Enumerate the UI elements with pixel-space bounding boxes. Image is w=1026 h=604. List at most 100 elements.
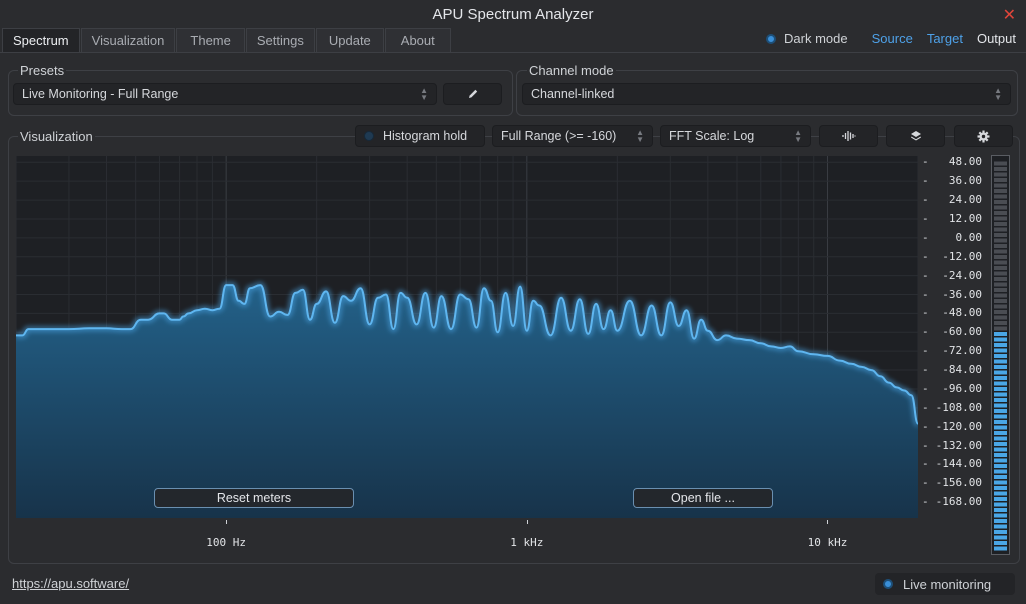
output-link[interactable]: Output (977, 31, 1016, 46)
meter-segment (994, 282, 1007, 287)
y-tick-label: - -144.00 (918, 457, 986, 471)
waveform-button[interactable] (819, 125, 878, 147)
gear-icon (977, 130, 990, 143)
meter-segment (994, 194, 1007, 199)
target-link[interactable]: Target (927, 31, 963, 46)
meter-segment (994, 513, 1007, 518)
y-tick-value: 24.00 (948, 193, 982, 207)
edit-preset-button[interactable] (443, 83, 502, 105)
tab-about[interactable]: About (384, 28, 451, 52)
dark-mode-label: Dark mode (784, 31, 848, 46)
meter-segment (994, 464, 1007, 468)
layers-icon (910, 130, 922, 142)
y-tick-value: -24.00 (942, 268, 982, 282)
meter-segment (994, 271, 1007, 276)
meter-segment (994, 425, 1007, 430)
meter-segment (994, 238, 1007, 243)
dark-mode-radio-icon (766, 33, 777, 44)
x-axis: 100 Hz 1 kHz 10 kHz (16, 518, 918, 556)
meter-segment (994, 304, 1007, 309)
y-tick-value: -156.00 (935, 476, 982, 490)
meter-segment (994, 277, 1007, 281)
meter-segment (994, 541, 1007, 545)
y-tick-label: - 48.00 (918, 155, 986, 169)
y-tick-value: 12.00 (948, 211, 982, 225)
settings-button[interactable] (954, 125, 1013, 147)
open-file-button[interactable]: Open file ... (633, 488, 773, 508)
y-tick-value: -48.00 (942, 306, 982, 320)
tab-visualization[interactable]: Visualization (80, 28, 176, 52)
level-meter (991, 155, 1010, 555)
x-tick-label: 100 Hz (206, 536, 247, 549)
meter-segment (994, 222, 1007, 226)
meter-segment (994, 227, 1007, 232)
spectrum-chart (16, 156, 918, 518)
x-tick-mark (526, 520, 528, 524)
y-tick-label: - -48.00 (918, 306, 986, 320)
range-dropdown[interactable]: Full Range (>= -160) ▲ ▼ (492, 125, 653, 147)
source-link[interactable]: Source (872, 31, 913, 46)
meter-segment (994, 436, 1007, 441)
y-tick-value: -108.00 (935, 400, 982, 414)
y-tick-value: -12.00 (942, 249, 982, 263)
y-tick-value: -84.00 (942, 363, 982, 377)
x-tick-mark (226, 520, 228, 524)
meter-segment (994, 183, 1007, 188)
meter-segment (994, 211, 1007, 215)
meter-segment (994, 293, 1007, 298)
meter-segment (994, 255, 1007, 259)
meter-segment (994, 172, 1007, 177)
dark-mode-toggle[interactable]: Dark mode (766, 31, 848, 46)
presets-label: Presets (18, 63, 67, 78)
meter-segment (994, 348, 1007, 353)
reset-meters-button[interactable]: Reset meters (154, 488, 354, 508)
y-tick-mark: - (922, 155, 929, 169)
meter-segment (994, 502, 1007, 507)
level-meter-bars (994, 161, 1007, 551)
meter-segment (994, 288, 1007, 292)
tab-bar: Spectrum Visualization Theme Settings Up… (2, 28, 452, 52)
meter-segment (994, 530, 1007, 534)
y-tick-label: - -168.00 (918, 495, 986, 509)
y-tick-label: - -120.00 (918, 420, 986, 434)
top-right-controls: Dark mode Source Target Output (766, 31, 1016, 46)
y-tick-label: - 12.00 (918, 212, 986, 226)
close-icon[interactable]: ✕ (1003, 5, 1016, 25)
tab-update[interactable]: Update (315, 28, 384, 52)
tab-settings[interactable]: Settings (245, 28, 315, 52)
presets-dropdown[interactable]: Live Monitoring - Full Range ▲ ▼ (13, 83, 437, 105)
meter-segment (994, 266, 1007, 270)
open-file-label: Open file ... (671, 491, 735, 505)
channel-mode-dropdown[interactable]: Channel-linked ▲ ▼ (522, 83, 1011, 105)
presets-selected: Live Monitoring - Full Range (22, 87, 179, 101)
website-link[interactable]: https://apu.software/ (12, 576, 129, 591)
waveform-icon (841, 130, 856, 142)
meter-segment (994, 431, 1007, 435)
reset-meters-label: Reset meters (216, 491, 292, 505)
meter-segment (994, 249, 1007, 254)
y-tick-value: -60.00 (942, 325, 982, 339)
meter-segment (994, 216, 1007, 221)
tab-theme[interactable]: Theme (176, 28, 245, 52)
y-tick-mark: - (922, 268, 929, 282)
y-tick-label: - -96.00 (918, 382, 986, 396)
meter-segment (994, 370, 1007, 375)
spectrum-plot[interactable]: Reset meters Open file ... (16, 156, 918, 518)
live-monitoring-toggle[interactable]: Live monitoring (875, 573, 1015, 595)
y-tick-label: - -156.00 (918, 476, 986, 490)
y-tick-label: - -60.00 (918, 325, 986, 339)
meter-segment (994, 524, 1007, 529)
y-tick-label: - 24.00 (918, 193, 986, 207)
meter-segment (994, 387, 1007, 391)
meter-segment (994, 458, 1007, 463)
meter-segment (994, 326, 1007, 331)
meter-segment (994, 178, 1007, 182)
fft-scale-dropdown[interactable]: FFT Scale: Log ▲ ▼ (660, 125, 811, 147)
meter-segment (994, 381, 1007, 386)
meter-segment (994, 447, 1007, 452)
meter-segment (994, 480, 1007, 485)
layers-button[interactable] (886, 125, 945, 147)
meter-segment (994, 332, 1007, 336)
histogram-hold-toggle[interactable]: Histogram hold (355, 125, 485, 147)
tab-spectrum[interactable]: Spectrum (2, 28, 80, 52)
